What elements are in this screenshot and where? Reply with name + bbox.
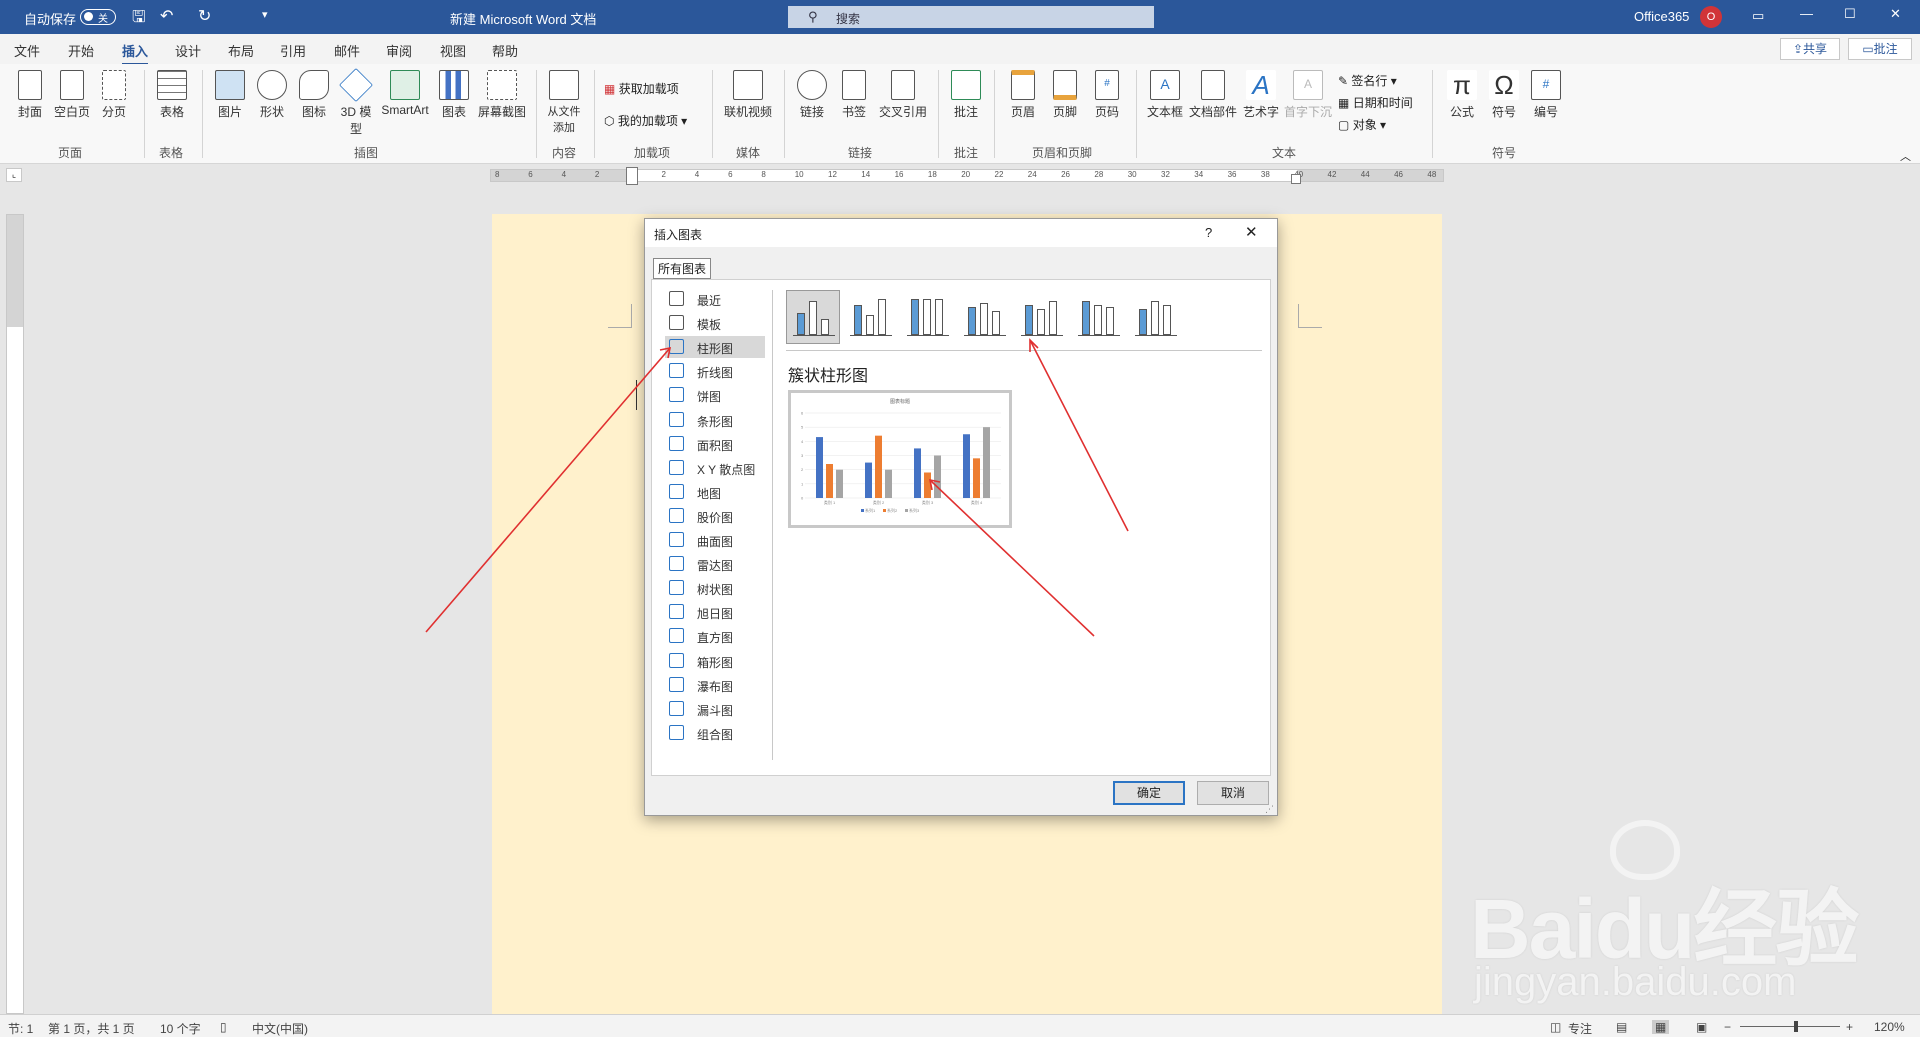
proofing-icon[interactable]: ▯ <box>220 1020 227 1034</box>
web-layout-icon[interactable]: ▣ <box>1696 1020 1707 1034</box>
arrow-to-subtype <box>1029 339 1129 532</box>
print-layout-icon[interactable]: ▦ <box>1652 1020 1670 1034</box>
status-section[interactable]: 节: 1 <box>8 1020 33 1037</box>
arrowhead <box>1029 338 1039 352</box>
arrow-to-column-category <box>425 347 671 633</box>
read-mode-icon[interactable]: ▤ <box>1616 1020 1627 1034</box>
status-focus[interactable]: 专注 <box>1568 1020 1592 1037</box>
zoom-in-icon[interactable]: + <box>1846 1020 1853 1034</box>
status-words[interactable]: 10 个字 <box>160 1020 201 1037</box>
status-bar: 节: 1 第 1 页，共 1 页 10 个字 ▯ 中文(中国) ◫ 专注 ▤ ▦… <box>0 1014 1920 1037</box>
zoom-slider[interactable] <box>1740 1021 1840 1032</box>
focus-icon[interactable]: ◫ <box>1550 1020 1561 1034</box>
zoom-out-icon[interactable]: − <box>1724 1020 1731 1034</box>
status-page[interactable]: 第 1 页，共 1 页 <box>48 1020 135 1037</box>
status-language[interactable]: 中文(中国) <box>252 1020 308 1037</box>
zoom-thumb[interactable] <box>1794 1021 1798 1032</box>
annotation-arrows <box>425 338 1129 637</box>
arrow-to-preview <box>929 479 1095 637</box>
status-zoom[interactable]: 120% <box>1874 1020 1905 1034</box>
